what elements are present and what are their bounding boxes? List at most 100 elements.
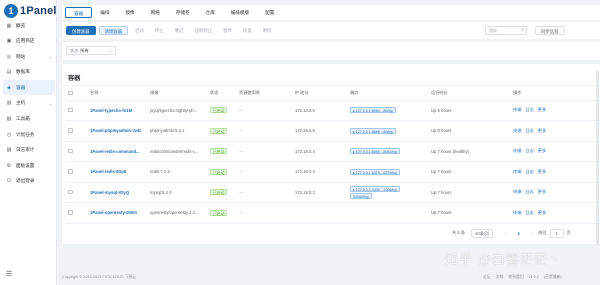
status-filter-select[interactable]: 状态 所有 ⌄ [66,46,116,55]
batch-action-button[interactable]: 启动 [131,26,148,35]
row-select-cell[interactable] [66,120,88,142]
sidebar-item-label: 退出登录 [16,178,35,184]
terminal-button[interactable]: 终端 [513,210,521,215]
usage-cell[interactable]: — [237,100,293,121]
usage-cell[interactable]: — [237,141,293,162]
sidebar-item-audit-log[interactable]: ▨ 日志审计 [3,143,55,158]
terminal-button[interactable]: 终端 [513,169,521,174]
terminal-button[interactable]: 终端 [513,128,521,133]
watermark: 知乎 @白雾茫茫丶 [445,252,562,267]
next-page-button[interactable]: › [527,229,536,238]
sidebar-item-logout[interactable]: ⏻ 退出登录 [3,174,55,189]
clean-containers-button[interactable]: 清理容器 [98,26,129,35]
tab-7[interactable]: 配置 [257,7,282,18]
usage-cell[interactable]: — [237,120,293,142]
more-button[interactable]: 更多 [538,107,546,112]
row-checkbox[interactable] [68,128,73,133]
sidebar-item-container[interactable]: ◈ 容器 [3,80,55,96]
select-all-cell[interactable] [66,87,88,101]
docs-link[interactable]: 文档 [496,275,504,279]
logs-button[interactable]: 日志 [525,148,533,153]
usage-cell[interactable]: — [237,161,293,183]
sidebar-item-toolbox[interactable]: ▧ 工具箱 [3,112,55,127]
sidebar-item-cron[interactable]: ◷ 计划任务 [3,127,55,142]
contact-link[interactable]: 联系我们 [508,275,523,279]
port-tag[interactable]: ▸ 127.0.0.1:6379→6379/tcp [350,168,401,175]
container-name-link[interactable]: 1Panel-phpmyadmin-Jv4t [88,120,148,142]
terminal-button[interactable]: 终端 [513,148,521,153]
row-select-cell[interactable] [66,202,88,224]
sidebar-item-settings[interactable]: ⚙ 面板设置 [3,158,55,173]
terminal-button[interactable]: 终端 [513,107,521,112]
sidebar-item-label: 主机 [16,100,26,106]
tab-6[interactable]: 编排模版 [223,7,257,18]
usage-cell[interactable]: — [237,202,293,224]
sidebar-item-app-store[interactable]: ▣ 应用商店 [3,34,55,49]
logs-button[interactable]: 日志 [525,107,533,112]
sidebar-item-database[interactable]: ▤ 数据库 [3,65,55,80]
more-button[interactable]: 更多 [538,169,546,174]
row-checkbox[interactable] [68,189,73,194]
row-checkbox[interactable] [68,169,73,174]
search-input[interactable]: 搜索 ⌕ [485,26,527,35]
tab-4[interactable]: 存储卷 [168,7,198,18]
prev-page-button[interactable]: ‹ [501,229,510,238]
row-select-cell[interactable] [66,182,88,203]
select-all-checkbox[interactable] [68,90,73,95]
sidebar-item-label: 应用商店 [16,38,35,44]
port-tag[interactable]: ▸ 127.0.0.1:8888→80/tcp [350,127,397,134]
row-select-cell[interactable] [66,161,88,183]
more-button[interactable]: 更多 [538,128,546,133]
container-name-link[interactable]: 1Panel-redis-command... [88,141,148,162]
goto-suffix: 页 [566,230,571,235]
page-size-select[interactable]: 10条/页 [471,228,494,238]
app-logo[interactable]: 1 1Panel [4,3,57,19]
container-name-link[interactable]: 1Panel-openresty-Mi0m [88,202,148,224]
row-checkbox[interactable] [68,148,73,153]
logs-button[interactable]: 日志 [525,128,533,133]
scrollbar[interactable] [596,70,599,245]
port-tag[interactable]: ▸ 127.0.0.1:8080→80/tcp [350,107,397,114]
logs-button[interactable]: 日志 [525,169,533,174]
tab-1[interactable]: 编排 [92,7,117,18]
more-button[interactable]: 更多 [538,189,546,194]
more-button[interactable]: 更多 [538,210,546,215]
more-button[interactable]: 更多 [538,148,546,153]
batch-action-button[interactable]: 重启 [171,26,188,35]
container-name-link[interactable]: 1Panel-typecho-fo1M [88,100,148,121]
sidebar-item-website[interactable]: ◎ 网站 ⌄ [3,49,55,64]
sidebar-item-host[interactable]: ▥ 主机 ⌄ [3,96,55,111]
batch-action-button[interactable]: 删除 [259,26,276,35]
row-checkbox[interactable] [68,210,73,215]
container-name-link[interactable]: 1Panel-redis-8Xp6 [88,161,148,183]
logs-button[interactable]: 日志 [525,210,533,215]
batch-action-button[interactable]: 恢复 [239,26,256,35]
batch-action-button[interactable]: 暂停 [219,26,236,35]
port-tag[interactable]: ▸ 127.0.0.1:8085→8081/tcp [350,148,401,155]
batch-action-button[interactable]: 停止 [151,26,168,35]
row-select-cell[interactable] [66,141,88,162]
batch-action-button[interactable]: 强制停止 [191,26,217,35]
collapse-sidebar-icon[interactable]: ☰ [6,270,12,278]
port-tag[interactable]: 33060/tcp [350,192,372,199]
forum-link[interactable]: 论坛 [483,275,491,279]
port-wrap: ▸ 127.0.0.1:3306→3306/tcp [350,185,429,192]
row-select-cell[interactable] [66,100,88,121]
row-checkbox[interactable] [68,107,73,112]
container-name-link[interactable]: 1Panel-mysql-X0yQ [88,182,148,203]
tab-2[interactable]: 镜像 [117,7,142,18]
usage-cell[interactable]: — [237,182,293,203]
tab-5[interactable]: 仓库 [198,7,223,18]
sync-remote-button[interactable]: 同步远程 [535,26,565,35]
goto-page-input[interactable]: 1 [549,228,564,238]
create-container-button[interactable]: 创建容器 [66,26,96,35]
logs-button[interactable]: 日志 [525,189,533,194]
search-placeholder: 搜索 [489,28,497,33]
tab-0[interactable]: 容器 [65,7,93,18]
sidebar-item-dashboard[interactable]: ▦ 概览 [3,18,55,33]
port-tag[interactable]: ▸ 127.0.0.1:3306→3306/tcp [350,185,401,192]
logout-icon: ⏻ [7,178,11,185]
terminal-button[interactable]: 终端 [513,189,521,194]
tab-3[interactable]: 网络 [143,7,168,18]
page-number[interactable]: 1 [514,229,523,238]
